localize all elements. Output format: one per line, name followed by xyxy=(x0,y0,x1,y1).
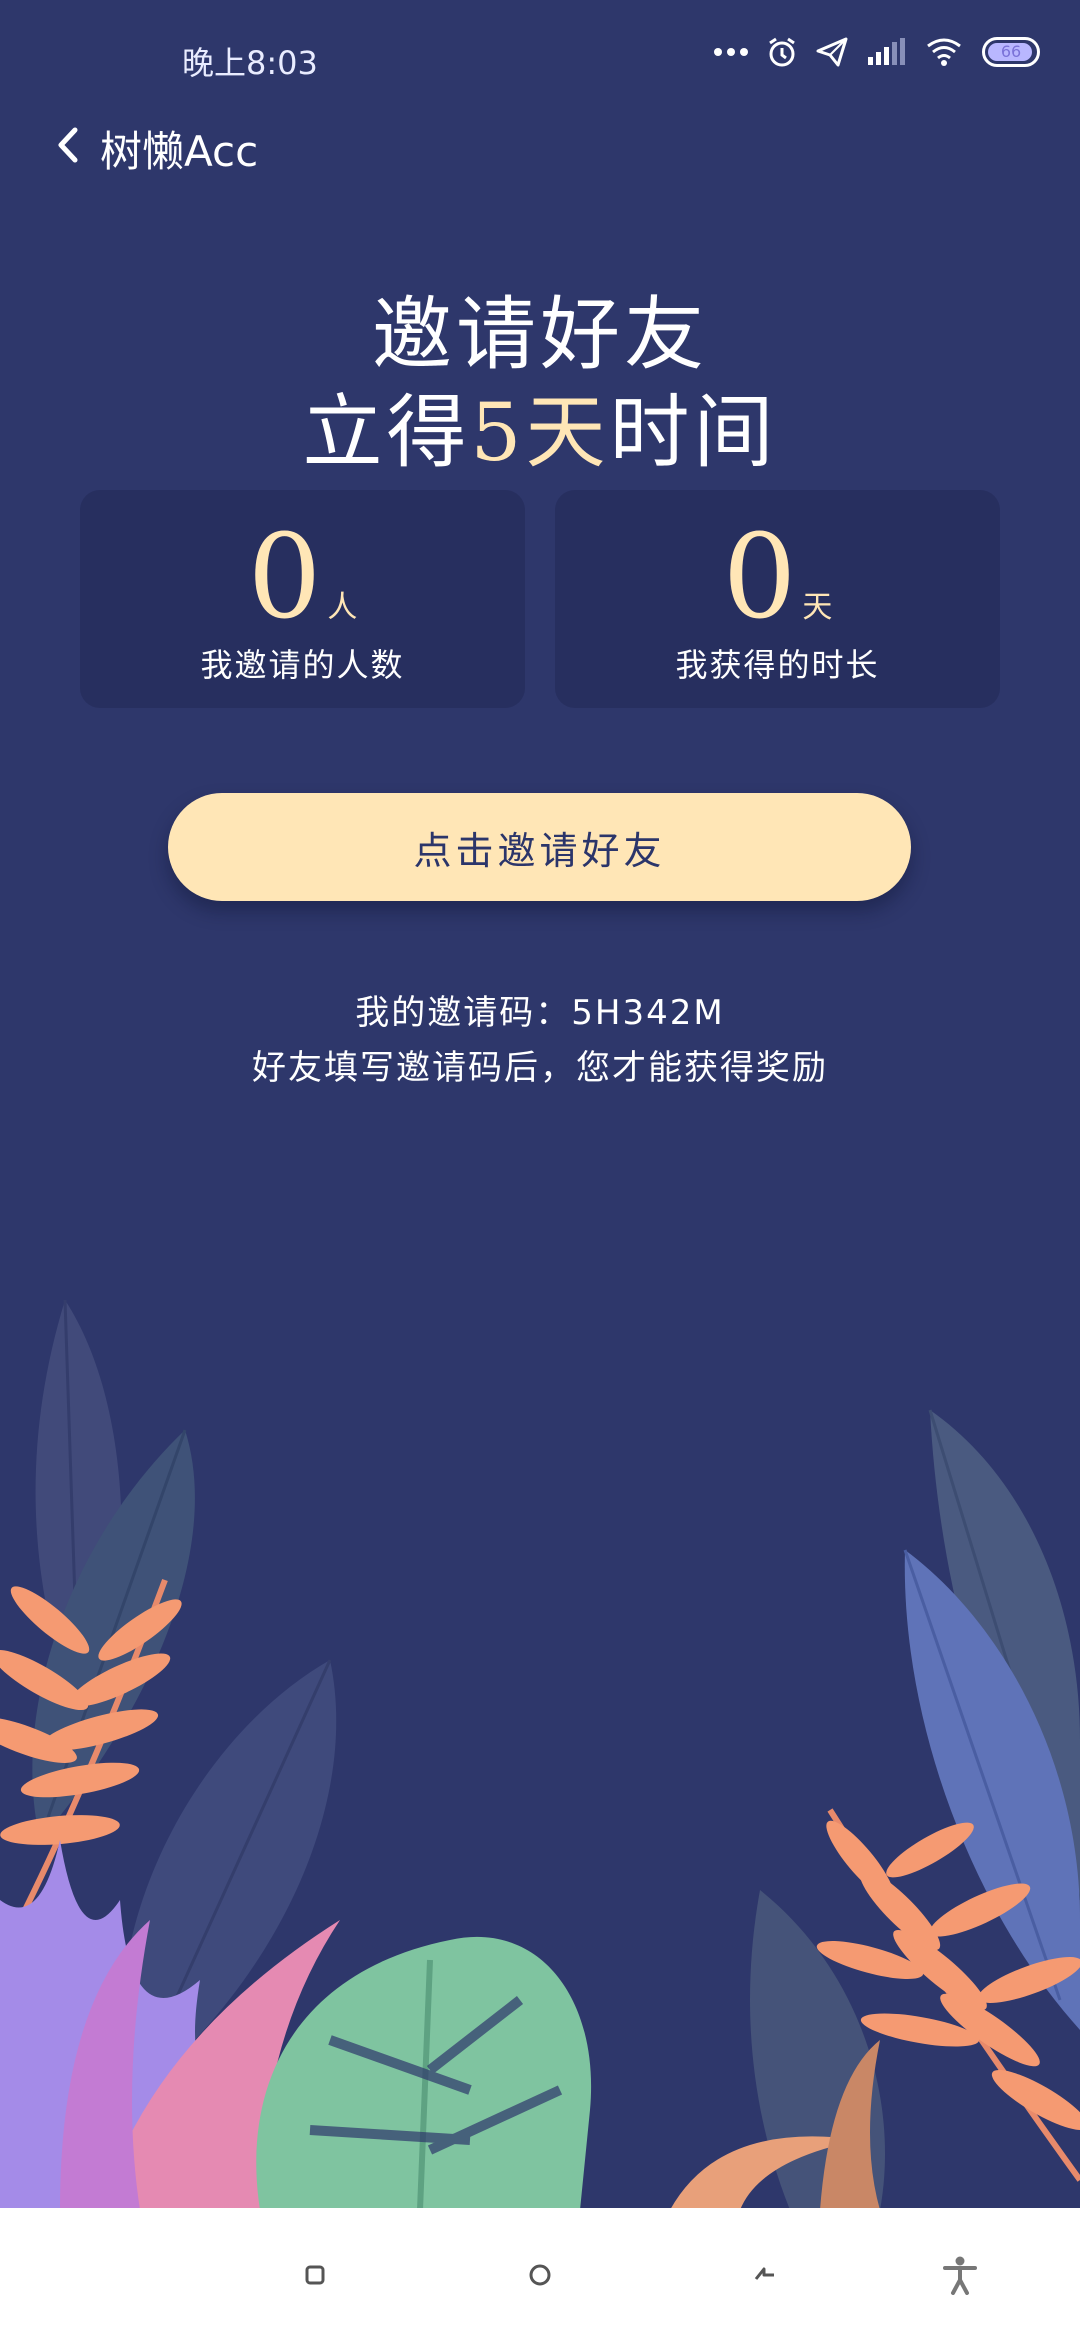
earned-time-card: 0天 我获得的时长 xyxy=(555,490,1000,708)
hero-title-line2: 立得5天时间 xyxy=(0,368,1080,484)
invited-count-card: 0人 我邀请的人数 xyxy=(80,490,525,708)
earned-time-label: 我获得的时长 xyxy=(675,646,880,684)
earned-time-unit: 天 xyxy=(802,590,833,625)
invite-friends-button[interactable]: 点击邀请好友 xyxy=(168,793,911,901)
alarm-icon xyxy=(766,36,798,68)
accessibility-icon[interactable] xyxy=(935,2250,985,2300)
chevron-left-icon xyxy=(58,127,78,163)
more-dots-icon xyxy=(714,47,748,57)
back-icon[interactable] xyxy=(740,2250,790,2300)
battery-icon: 66 xyxy=(982,37,1040,67)
earned-time-value: 0 xyxy=(722,510,797,645)
app-bar: 树懒Acc xyxy=(0,110,1080,180)
invited-count-value: 0 xyxy=(247,510,322,645)
invite-code: 我的邀请码：5H342M xyxy=(355,993,725,1033)
send-icon xyxy=(816,37,848,67)
foliage-illustration xyxy=(0,1299,1080,2210)
invited-count-label: 我邀请的人数 xyxy=(200,646,405,684)
back-button[interactable] xyxy=(45,120,95,170)
signal-icon xyxy=(866,37,906,67)
hero-line2-suffix: 时间 xyxy=(609,386,778,479)
system-nav-bar xyxy=(0,2208,1080,2340)
recent-apps-icon[interactable] xyxy=(290,2250,340,2300)
wifi-icon xyxy=(924,36,964,68)
status-time: 晚上8:03 xyxy=(182,44,318,82)
invited-count-unit: 人 xyxy=(327,590,358,625)
app-title: 树懒Acc xyxy=(100,127,259,176)
invite-hint: 好友填写邀请码后，您才能获得奖励 xyxy=(252,1048,828,1088)
hero-line2-accent: 5天 xyxy=(470,386,610,479)
status-icons: 66 xyxy=(714,36,1040,68)
home-icon[interactable] xyxy=(515,2250,565,2300)
status-bar: 晚上8:03 66 xyxy=(0,0,1080,120)
hero-line2-prefix: 立得 xyxy=(302,386,471,479)
battery-level: 66 xyxy=(1000,42,1022,61)
